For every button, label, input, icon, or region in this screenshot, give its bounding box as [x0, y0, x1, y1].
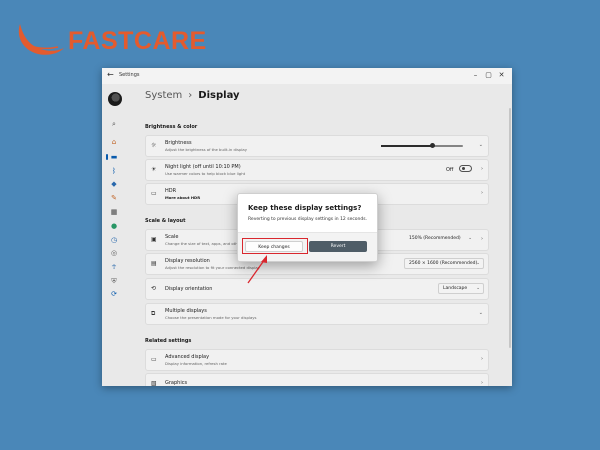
window-title: Settings — [119, 72, 140, 78]
revert-button[interactable]: Revert — [309, 241, 367, 252]
title-bar: ← Settings – ▢ ✕ — [102, 68, 512, 84]
window-controls: – ▢ ✕ — [469, 69, 508, 81]
dialog-message: Reverting to previous display settings i… — [248, 217, 368, 222]
minimize-icon[interactable]: – — [469, 69, 482, 81]
fastcare-swoosh-logo — [18, 24, 64, 55]
back-arrow-icon[interactable]: ← — [107, 70, 114, 79]
brand-name: FASTCARE — [68, 27, 207, 55]
maximize-icon[interactable]: ▢ — [482, 69, 495, 81]
close-icon[interactable]: ✕ — [495, 69, 508, 81]
dialog-title: Keep these display settings? — [248, 204, 362, 212]
keep-changes-highlight — [242, 238, 308, 254]
fastcare-logo: FASTCARE — [14, 18, 214, 64]
